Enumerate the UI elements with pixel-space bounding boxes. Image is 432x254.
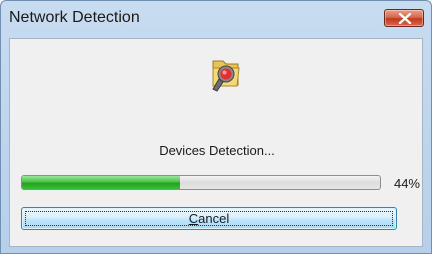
cancel-button[interactable]: Cancel xyxy=(21,207,397,230)
progress-fill xyxy=(22,176,180,189)
dialog-body: Devices Detection... 44% Cancel xyxy=(9,38,423,247)
cancel-label: ancel xyxy=(198,211,230,226)
status-text: Devices Detection... xyxy=(159,143,275,158)
search-device-icon xyxy=(212,60,240,92)
cancel-accelerator: C xyxy=(188,211,199,226)
title-bar[interactable]: Network Detection xyxy=(1,1,431,37)
close-icon xyxy=(398,13,412,24)
progress-bar xyxy=(21,175,381,190)
dialog-window: Network Detection Devices Detection... 4… xyxy=(0,0,432,254)
window-title: Network Detection xyxy=(9,9,140,26)
progress-percent: 44% xyxy=(393,176,420,191)
close-button[interactable] xyxy=(384,9,424,27)
